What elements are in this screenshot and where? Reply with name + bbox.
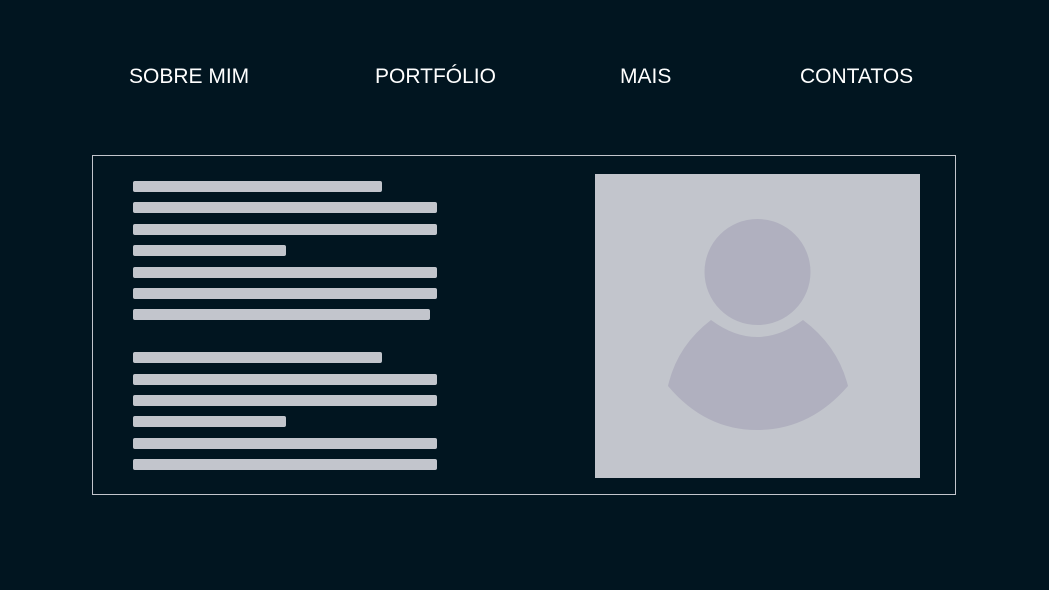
text-placeholder-line: [133, 267, 437, 278]
text-placeholder-line: [133, 416, 286, 427]
nav-item-sobre-mim[interactable]: SOBRE MIM: [129, 64, 249, 90]
text-placeholder-line: [133, 352, 382, 363]
text-placeholder-line: [133, 181, 382, 192]
text-placeholder-line: [133, 459, 437, 470]
text-placeholder-line: [133, 288, 437, 299]
text-placeholder-line: [133, 438, 437, 449]
text-placeholder-line: [133, 245, 286, 256]
text-placeholder-line: [133, 374, 437, 385]
nav-item-contatos[interactable]: CONTATOS: [800, 64, 913, 90]
text-placeholder-line: [133, 395, 437, 406]
user-silhouette-icon: [668, 219, 848, 430]
profile-image-placeholder: [595, 174, 920, 478]
nav-item-mais[interactable]: MAIS: [620, 64, 671, 90]
text-placeholder-line: [133, 309, 430, 320]
text-placeholder-line: [133, 224, 437, 235]
nav-item-portfolio[interactable]: PORTFÓLIO: [375, 64, 496, 90]
about-card: [92, 155, 956, 495]
text-placeholder-line: [133, 202, 437, 213]
